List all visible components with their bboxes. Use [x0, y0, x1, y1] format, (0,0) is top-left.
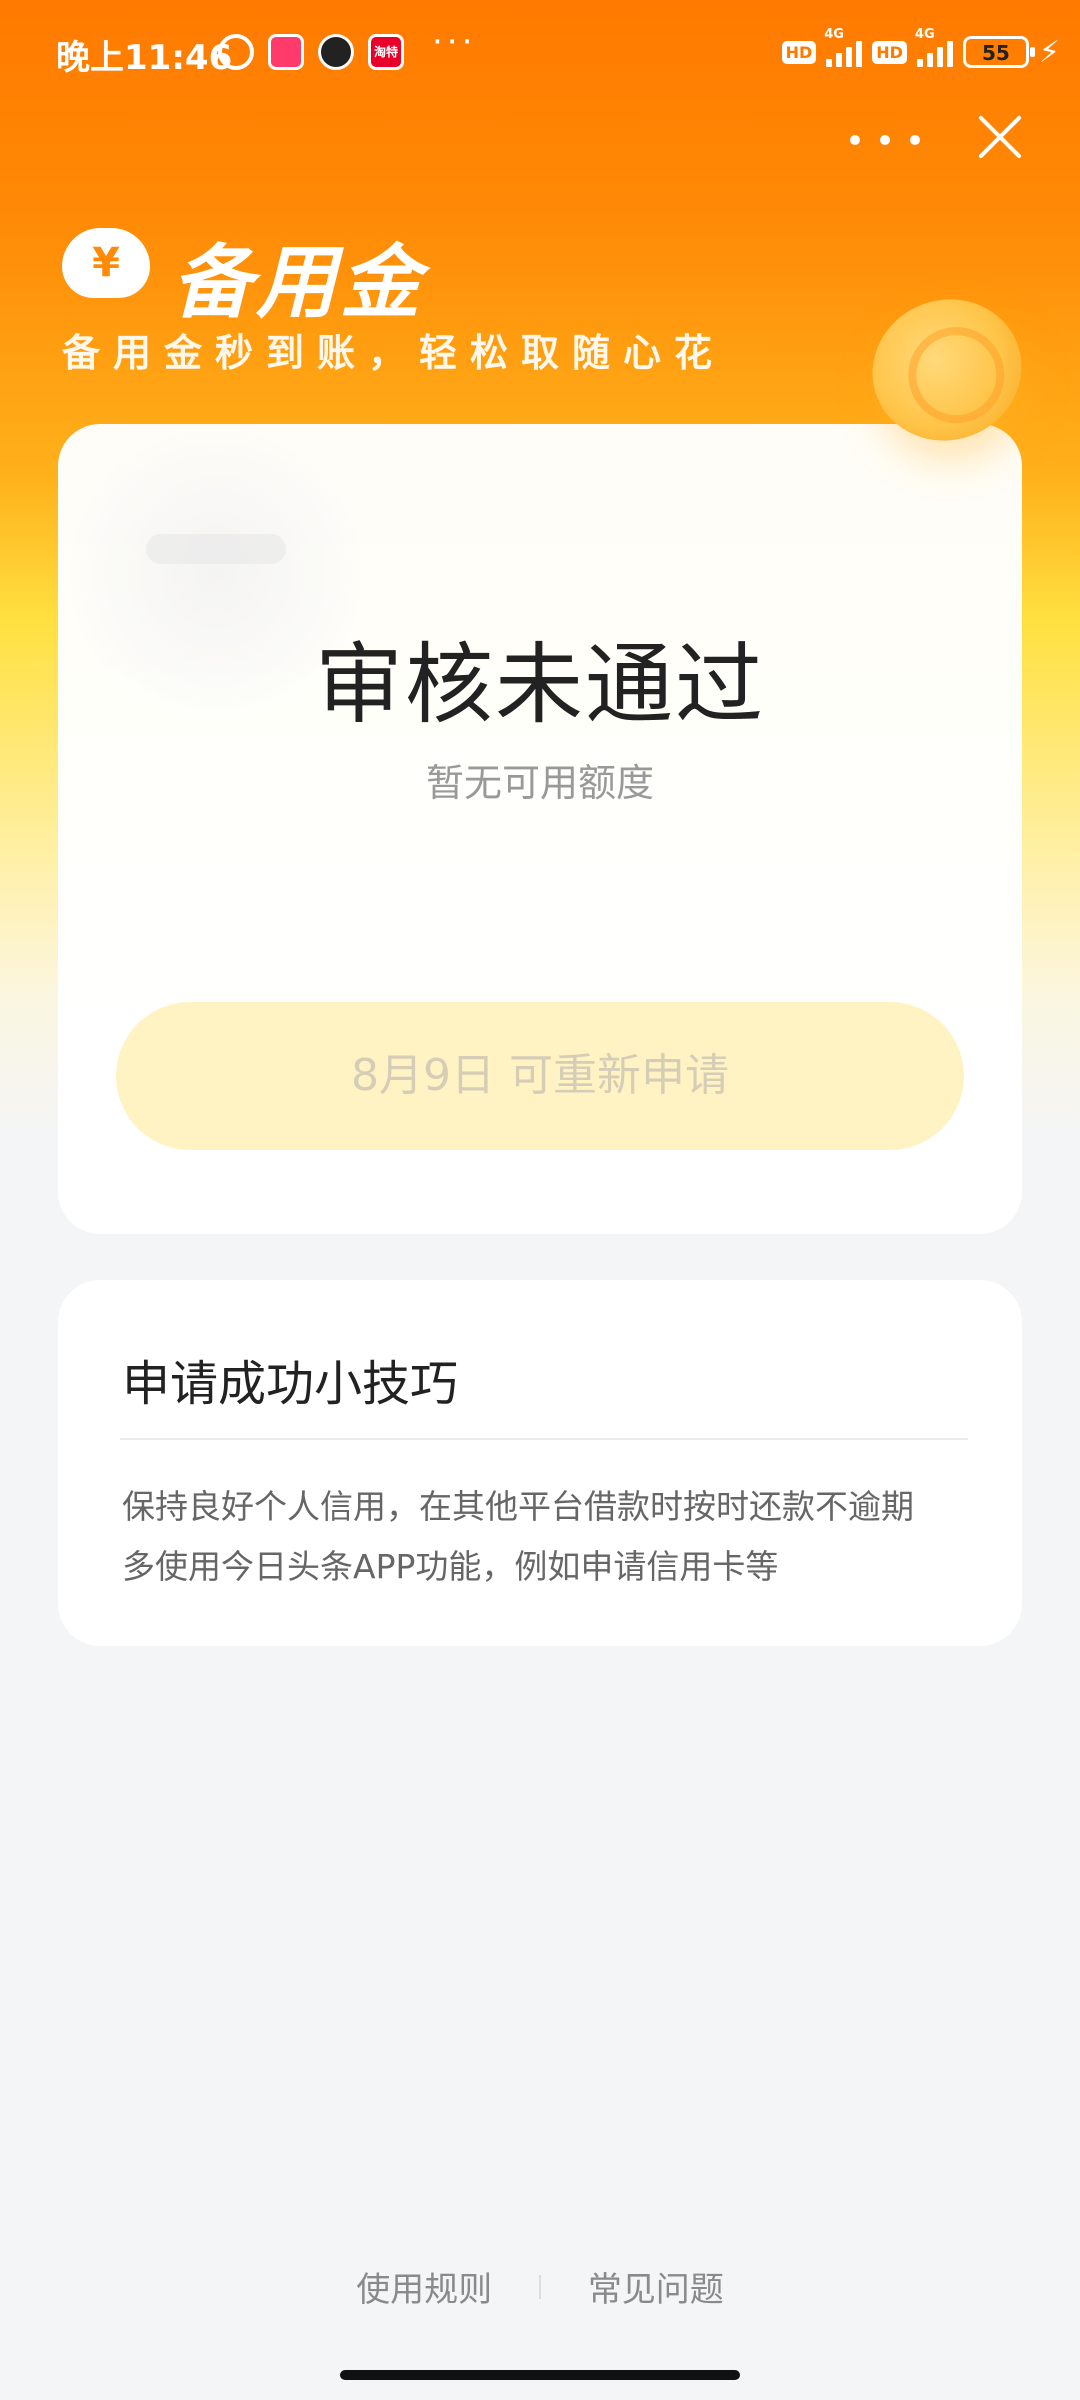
status-bar: 晚上11:46 淘特 ··· HD 4G HD 4G 55 ⚡ — [0, 0, 1080, 104]
faq-link[interactable]: 常见问题 — [588, 2262, 724, 2311]
battery-level: 55 — [982, 41, 1010, 65]
tip-item: 保持良好个人信用，在其他平台借款时按时还款不逾期 — [122, 1487, 914, 1526]
footer-links: 使用规则 常见问题 — [0, 2262, 1080, 2311]
tips-card: 申请成功小技巧 保持良好个人信用，在其他平台借款时按时还款不逾期 多使用今日头条… — [58, 1280, 1022, 1646]
review-status-title: 审核未通过 — [314, 633, 765, 736]
divider — [120, 1438, 968, 1440]
brand-subtitle: 备用金秒到账，轻松取随心花 — [62, 331, 726, 375]
footer-separator — [539, 2274, 541, 2299]
more-options-button[interactable] — [850, 110, 920, 170]
credit-limit-desc: 暂无可用额度 — [425, 761, 654, 805]
hd-badge: HD — [781, 40, 817, 64]
brand-title: 备用金 — [172, 236, 424, 329]
brand-logo-icon: ¥ — [62, 228, 150, 298]
app-notification-icon — [268, 34, 304, 70]
battery-icon: 55 — [962, 36, 1035, 68]
reapply-button[interactable]: 8月9日 可重新申请 — [116, 1002, 964, 1150]
taote-app-icon: 淘特 — [368, 34, 404, 70]
hd-badge: HD — [872, 40, 907, 64]
rules-link[interactable]: 使用规则 — [356, 2262, 492, 2311]
status-time: 晚上11:46 — [56, 38, 233, 78]
alarm-icon — [218, 34, 254, 70]
signal-icon: 4G — [824, 27, 863, 67]
home-indicator[interactable] — [340, 2370, 740, 2380]
more-notifications-icon: ··· — [432, 22, 477, 62]
tips-title: 申请成功小技巧 — [122, 1356, 459, 1412]
status-indicators: HD 4G HD 4G 55 ⚡ — [781, 27, 1060, 72]
close-button[interactable] — [975, 112, 1025, 162]
app-notification-icon — [318, 34, 354, 70]
charging-icon: ⚡ — [1038, 34, 1060, 70]
tip-item: 多使用今日头条APP功能，例如申请信用卡等 — [122, 1547, 779, 1586]
status-card: 审核未通过 暂无可用额度 8月9日 可重新申请 — [58, 424, 1022, 1234]
signal-icon: 4G — [915, 27, 953, 67]
